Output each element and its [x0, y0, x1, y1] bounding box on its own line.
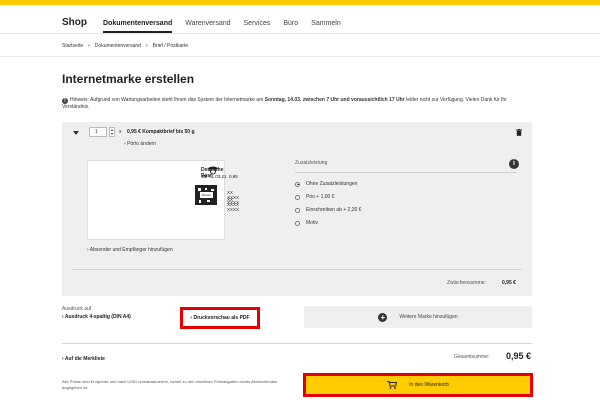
stamp-matrix-code: Muster: [195, 185, 217, 205]
add-address-label: Absender und Empfänger hinzufügen: [89, 247, 173, 253]
add-to-cart-button[interactable]: In den Warenkorb: [303, 373, 533, 397]
summary-divider: [62, 343, 532, 344]
page-title: Internetmarke erstellen: [62, 72, 195, 86]
pdf-preview-label: Druckvorschau als PDF: [193, 315, 250, 321]
stamp-card: 1 x 0,95 € Kompaktbrief bis 50 g › Porto…: [62, 122, 532, 296]
notice-bold: Sonntag, 14.03. zwischen 7 Uhr und vorau…: [264, 97, 405, 103]
quantity-stepper[interactable]: [109, 127, 115, 137]
add-stamp-label: Weitere Marke hinzufügen: [399, 314, 458, 320]
breadcrumb-dokumentenversand[interactable]: Dokumentenversand: [95, 43, 141, 49]
breadcrumb-divider: [0, 56, 600, 57]
breadcrumb-home[interactable]: Startseite: [62, 43, 83, 49]
zusatz-label: Zusatzleistung: [295, 160, 328, 166]
total-label: Gesamtsumme:: [454, 354, 490, 360]
card-divider: [72, 269, 522, 270]
option-motiv[interactable]: Motiv: [295, 220, 318, 226]
info-icon[interactable]: i: [509, 159, 519, 169]
porto-change-label: Porto ändern: [127, 141, 156, 147]
cart-icon: [387, 381, 398, 389]
price-footnote: Alle Preise sind Endpreise und nach UStG…: [62, 379, 278, 390]
stamp-preview: Deutsche Post IM 01.03.21 0,95 Muster XX …: [87, 160, 239, 240]
stamp-im-label: IM: [202, 174, 207, 179]
subtotal-value: 0,95 €: [502, 280, 516, 286]
nav-item-dokumentenversand[interactable]: Dokumentenversand: [103, 20, 173, 33]
porto-change-link[interactable]: › Porto ändern: [124, 141, 156, 147]
stepper-up-icon[interactable]: [111, 129, 113, 131]
nav-item-buero[interactable]: Büro: [283, 20, 298, 33]
code-dot: [207, 200, 210, 202]
nav-divider: [0, 33, 600, 34]
stamp-im-line: IM 01.03.21 0,95: [202, 174, 238, 179]
radio-checked[interactable]: [295, 181, 300, 187]
option-label: Ohne Zusatzleistungen: [306, 181, 358, 187]
trash-icon[interactable]: [516, 129, 522, 136]
option-prio[interactable]: Prio + 1,00 €: [295, 194, 335, 200]
add-to-cart-label: In den Warenkorb: [409, 382, 449, 388]
nav-item-services[interactable]: Services: [244, 20, 271, 33]
zusatz-divider: [295, 172, 517, 173]
add-address-link[interactable]: › Absender und Empfänger hinzufügen: [87, 247, 173, 253]
breadcrumb: Startseite › Dokumentenversand › Brief /…: [62, 43, 188, 49]
brand-bar: [0, 0, 600, 5]
radio[interactable]: [295, 220, 300, 226]
code-dot: [198, 188, 201, 191]
breadcrumb-current: Brief / Postkarte: [152, 43, 189, 49]
add-stamp-button[interactable]: + Weitere Marke hinzufügen: [304, 306, 532, 328]
product-label: 0,95 € Kompaktbrief bis 50 g: [127, 129, 195, 135]
collapse-triangle-icon[interactable]: [73, 131, 79, 135]
radio[interactable]: [295, 207, 300, 213]
subtotal-label: Zwischensumme:: [447, 280, 486, 286]
maintenance-notice: ! Hinweis: Aufgrund von Wartungsarbeiten …: [62, 97, 532, 111]
times-sign: x: [119, 129, 122, 135]
stamp-value: 0,95: [229, 174, 238, 179]
option-ohne-zusatz[interactable]: Ohne Zusatzleistungen: [295, 181, 357, 187]
print-format-label: Ausdruck auf: [62, 306, 92, 312]
option-label: Prio + 1,00 €: [306, 194, 335, 200]
merkliste-link[interactable]: › Auf die Merkliste: [62, 356, 105, 362]
radio[interactable]: [295, 194, 300, 200]
nav-brand[interactable]: Shop: [62, 17, 87, 33]
plus-icon: +: [378, 312, 388, 322]
code-dot: [199, 200, 201, 203]
total-value: 0,95 €: [506, 351, 532, 361]
breadcrumb-chevron-icon: ›: [88, 43, 90, 49]
option-label: Einschreiben ab + 2,20 €: [306, 207, 362, 213]
stamp-line-2: XX XXXX XXXX: [227, 197, 240, 212]
code-dot: [205, 188, 207, 190]
code-dot: [211, 189, 214, 191]
print-format-select[interactable]: › Ausdruck 4-spaltig (DIN A4): [62, 314, 131, 320]
stamp-date: 01.03.21: [209, 174, 227, 179]
quantity-input[interactable]: 1: [89, 127, 107, 137]
option-label: Motiv: [306, 220, 318, 226]
nav-item-sammeln[interactable]: Sammeln: [311, 20, 341, 33]
nav-item-warenversand[interactable]: Warenversand: [185, 20, 230, 33]
main-nav: Shop Dokumentenversand Warenversand Serv…: [62, 9, 354, 33]
stamp-code-label: Muster: [200, 192, 213, 198]
breadcrumb-chevron-icon: ›: [145, 43, 148, 49]
stepper-down-icon[interactable]: [111, 133, 113, 135]
notice-prefix: Hinweis: Aufgrund von Wartungsarbeiten s…: [70, 97, 265, 103]
print-format-value: Ausdruck 4-spaltig (DIN A4): [64, 314, 131, 320]
option-einschreiben[interactable]: Einschreiben ab + 2,20 €: [295, 207, 361, 213]
pdf-preview-button[interactable]: › Druckvorschau als PDF: [180, 307, 260, 329]
merkliste-label: Auf die Merkliste: [64, 356, 105, 362]
